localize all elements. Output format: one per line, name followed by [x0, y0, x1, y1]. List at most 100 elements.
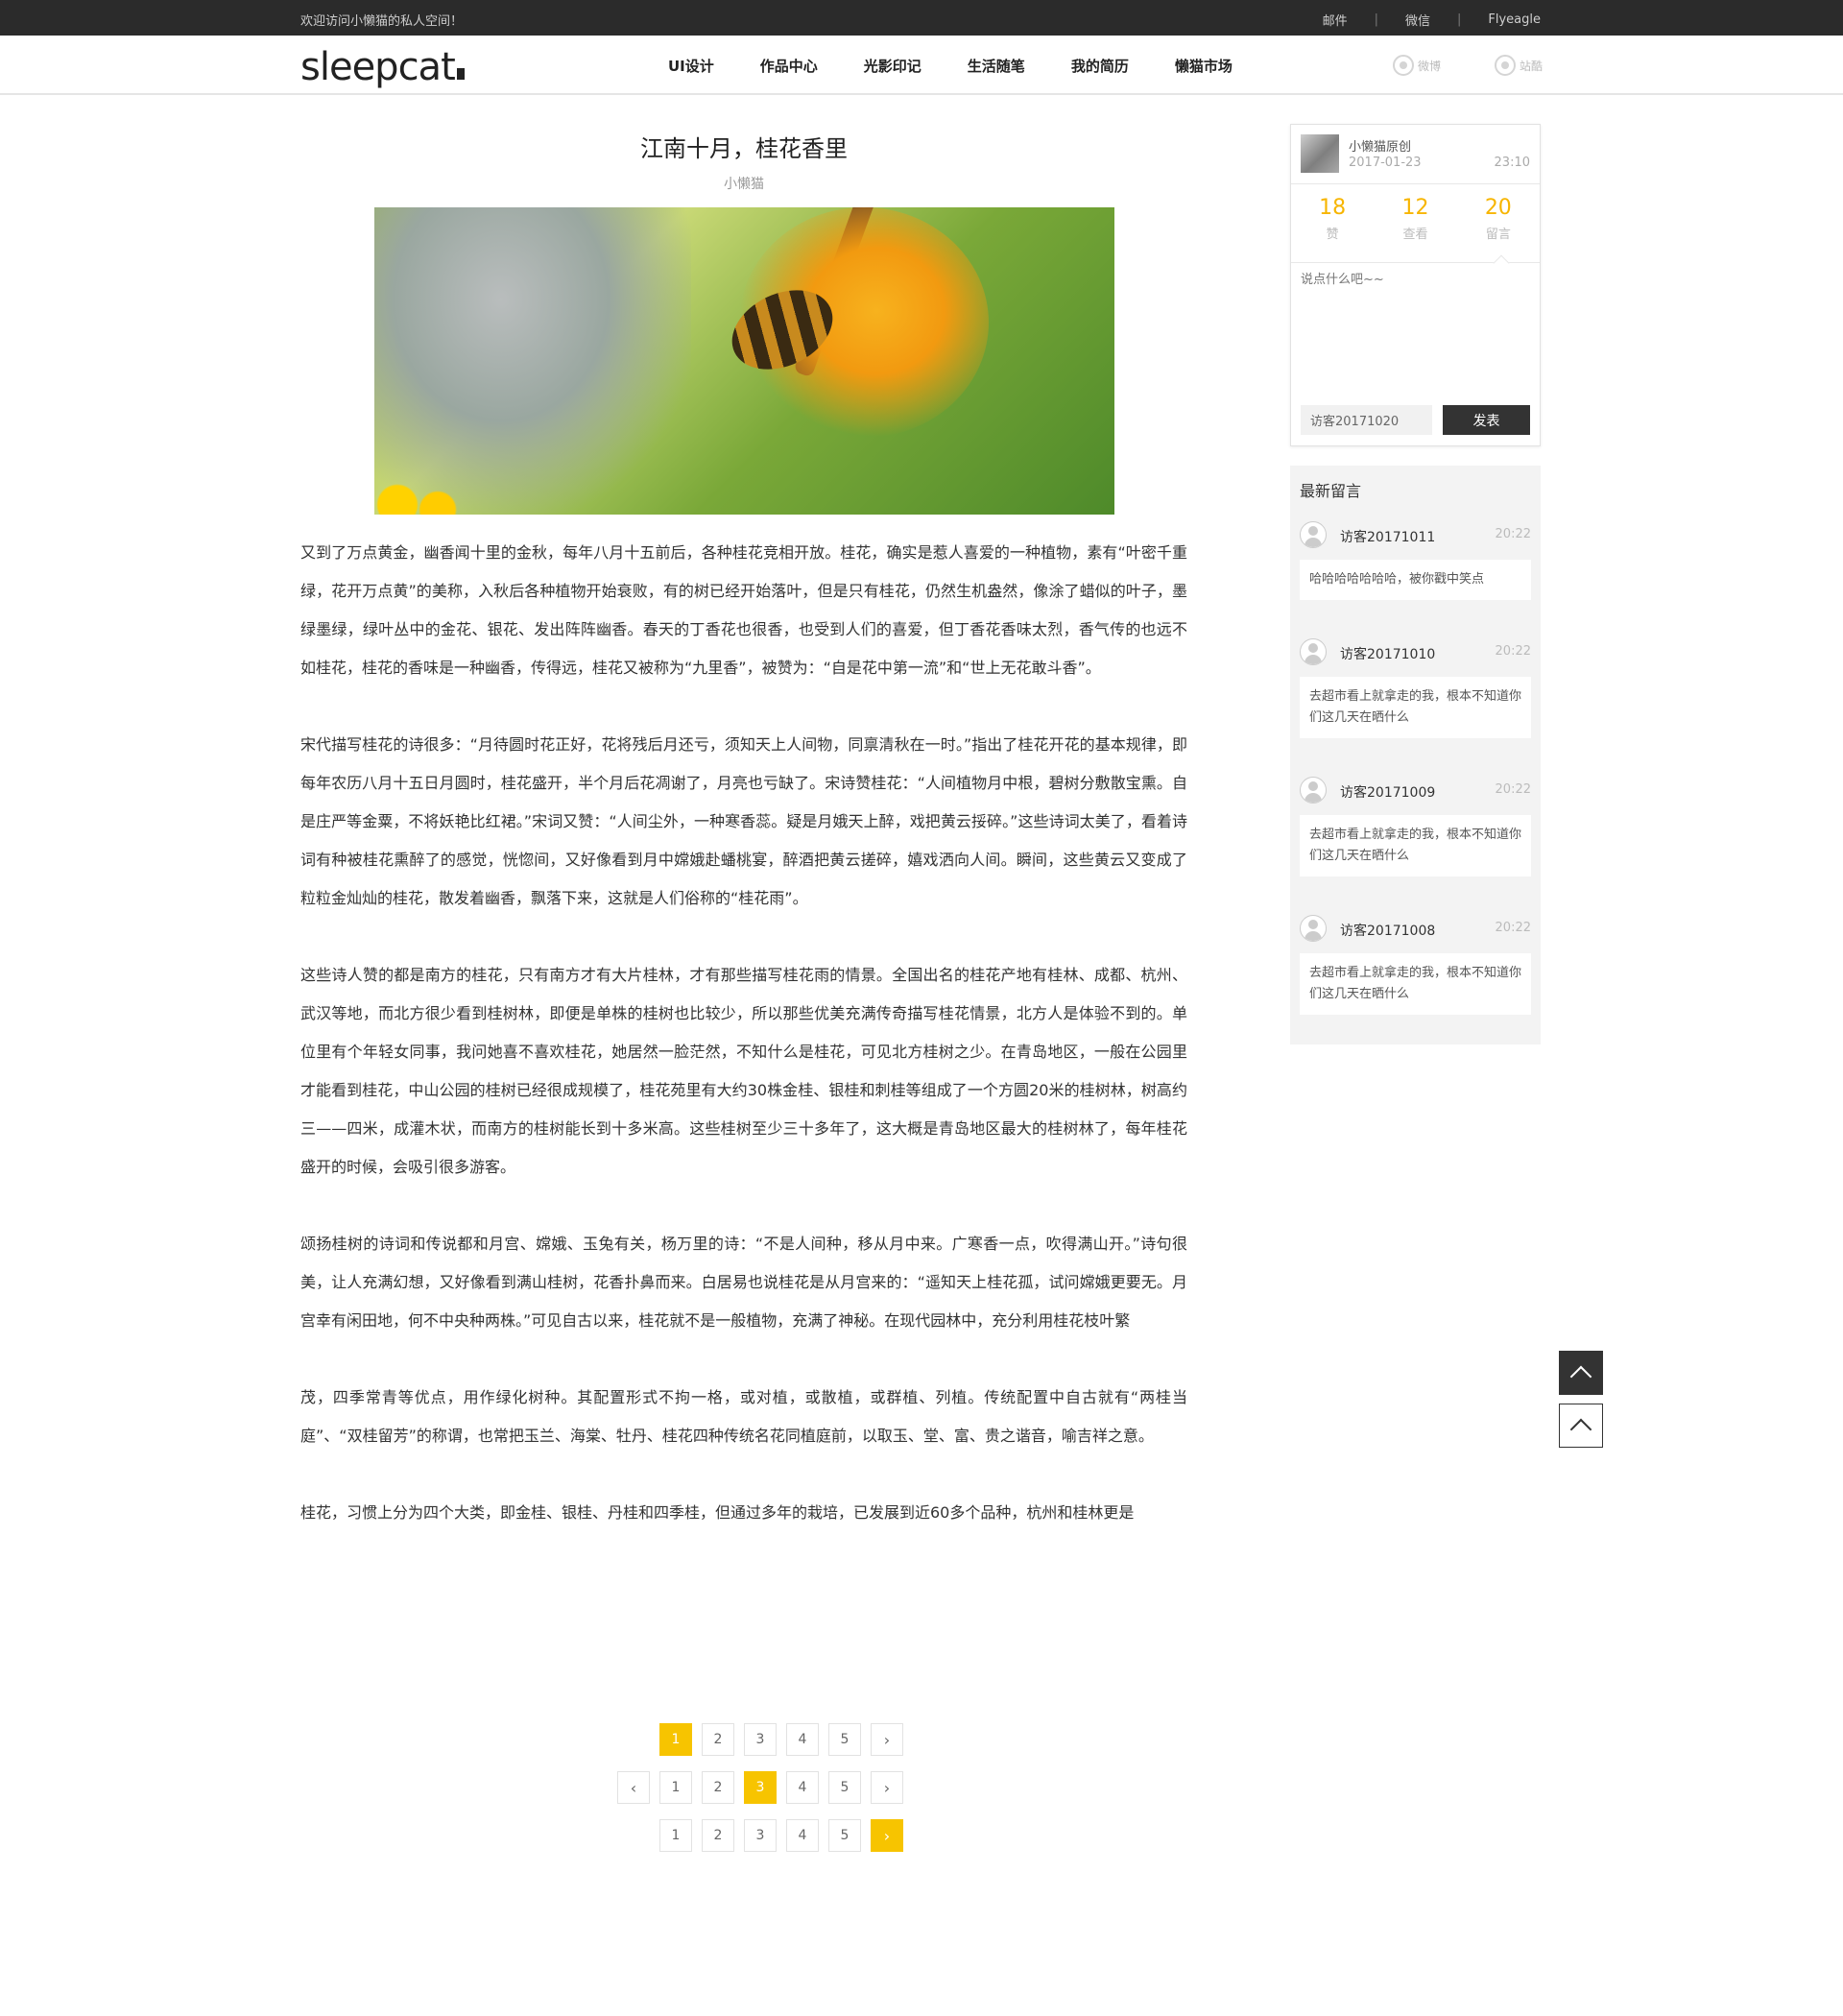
article-paragraph: 这些诗人赞的都是南方的桂花，只有南方才有大片桂林，才有那些描写桂花雨的情景。全国…	[300, 966, 1187, 1176]
message-time: 20:22	[1495, 921, 1531, 935]
weibo-icon	[1392, 55, 1414, 76]
nav-item-photography[interactable]: 光影印记	[864, 56, 922, 76]
stat-views[interactable]: 12 查看	[1374, 184, 1456, 262]
message-author[interactable]: 访客20171009	[1340, 782, 1435, 802]
osmanthus-bee-photo	[373, 207, 1114, 515]
next-page-button[interactable]: ›	[871, 1723, 903, 1756]
top-link-flyeagle[interactable]: Flyeagle	[1488, 12, 1541, 27]
zcool-label: 站酷	[1519, 59, 1543, 73]
zcool-link[interactable]: 站酷	[1494, 55, 1543, 76]
chevron-right-icon: ›	[883, 1730, 891, 1749]
chevron-right-icon: ›	[883, 1778, 891, 1797]
page-button-5[interactable]: 5	[828, 1723, 861, 1756]
divider: |	[1374, 12, 1378, 27]
nav-item-market[interactable]: 懒猫市场	[1175, 56, 1233, 76]
next-page-button[interactable]: ›	[871, 1819, 903, 1852]
stat-label: 留言	[1485, 228, 1511, 242]
avatar[interactable]	[1301, 134, 1339, 173]
page-button-2[interactable]: 2	[702, 1723, 734, 1756]
stat-label: 查看	[1402, 228, 1428, 242]
main-nav: UI设计 作品中心 光影印记 生活随笔 我的简历 懒猫市场	[645, 36, 1256, 95]
article-title: 江南十月，桂花香里	[640, 135, 848, 162]
header: sleepcat UI设计 作品中心 光影印记 生活随笔 我的简历 懒猫市场 微…	[0, 36, 1843, 95]
page-button-3[interactable]: 3	[744, 1771, 777, 1804]
page-button-5[interactable]: 5	[828, 1771, 861, 1804]
message-time: 20:22	[1495, 782, 1531, 797]
stats-row: 18 赞 12 查看 20 留言	[1291, 184, 1540, 263]
nav-item-ui-design[interactable]: UI设计	[668, 56, 714, 76]
message-text: 去超市看上就拿走的我，根本不知道你们这几天在晒什么	[1300, 815, 1531, 876]
submit-comment-button[interactable]: 发表	[1443, 405, 1530, 435]
next-page-button[interactable]: ›	[871, 1771, 903, 1804]
page-button-2[interactable]: 2	[702, 1819, 734, 1852]
pagination-last: 1 2 3 4 5 ›	[659, 1819, 913, 1852]
user-avatar-icon	[1300, 777, 1327, 804]
page-button-4[interactable]: 4	[786, 1819, 819, 1852]
nav-item-life-notes[interactable]: 生活随笔	[968, 56, 1025, 76]
message-time: 20:22	[1495, 644, 1531, 659]
pagination-middle: ‹ 1 2 3 4 5 ›	[617, 1771, 913, 1804]
visitor-name-input[interactable]	[1301, 405, 1432, 435]
page-button-4[interactable]: 4	[786, 1723, 819, 1756]
page-button-4[interactable]: 4	[786, 1771, 819, 1804]
welcome-text: 欢迎访问小懒猫的私人空间！	[300, 14, 464, 29]
chevron-up-icon	[1569, 1365, 1592, 1388]
page-button-3[interactable]: 3	[744, 1723, 777, 1756]
chevron-up-icon	[1569, 1418, 1592, 1441]
logo[interactable]: sleepcat	[300, 45, 465, 89]
message-author[interactable]: 访客20171008	[1340, 921, 1435, 940]
article: 江南十月，桂花香里 小懒猫 又到了万点黄金，幽香闻十里的金秋，每年八月十五前后，…	[300, 95, 1187, 1571]
page-button-1[interactable]: 1	[659, 1723, 692, 1756]
user-avatar-icon	[1300, 915, 1327, 942]
message-author[interactable]: 访客20171011	[1340, 527, 1435, 546]
message-item: 访客20171009 20:22 去超市看上就拿走的我，根本不知道你们这几天在晒…	[1300, 777, 1531, 876]
nav-item-resume[interactable]: 我的简历	[1071, 56, 1129, 76]
message-header: 访客20171009 20:22	[1300, 777, 1531, 805]
prev-page-button[interactable]: ‹	[617, 1771, 650, 1804]
article-paragraph: 又到了万点黄金，幽香闻十里的金秋，每年八月十五前后，各种桂花竞相开放。桂花，确实…	[300, 543, 1187, 677]
article-author[interactable]: 小懒猫	[300, 174, 1187, 193]
stat-value: 20	[1484, 196, 1512, 220]
profile-date: 2017-01-23	[1349, 156, 1422, 170]
message-item: 访客20171011 20:22 哈哈哈哈哈哈哈，被你戳中笑点	[1300, 521, 1531, 600]
stat-value: 18	[1319, 196, 1347, 220]
user-avatar-icon	[1300, 638, 1327, 665]
logo-mark-icon	[456, 68, 465, 80]
divider: |	[1457, 12, 1462, 27]
weibo-link[interactable]: 微博	[1392, 55, 1441, 76]
back-to-top-button-light[interactable]	[1559, 1404, 1603, 1448]
foreground-flowers	[373, 467, 490, 515]
message-author[interactable]: 访客20171010	[1340, 644, 1435, 663]
top-links: 邮件 | 微信 | Flyeagle	[1323, 11, 1541, 29]
latest-messages-panel: 最新留言 访客20171011 20:22 哈哈哈哈哈哈哈，被你戳中笑点 访客2…	[1290, 466, 1541, 1044]
stat-comments[interactable]: 20 留言	[1457, 184, 1540, 262]
message-text: 去超市看上就拿走的我，根本不知道你们这几天在晒什么	[1300, 677, 1531, 738]
message-item: 访客20171010 20:22 去超市看上就拿走的我，根本不知道你们这几天在晒…	[1300, 638, 1531, 738]
page-button-3[interactable]: 3	[744, 1819, 777, 1852]
page-button-2[interactable]: 2	[702, 1771, 734, 1804]
chevron-right-icon: ›	[883, 1826, 891, 1845]
logo-text: sleepcat	[300, 45, 456, 89]
page-button-5[interactable]: 5	[828, 1819, 861, 1852]
nav-item-works[interactable]: 作品中心	[760, 56, 818, 76]
message-header: 访客20171011 20:22	[1300, 521, 1531, 550]
zcool-icon	[1494, 55, 1516, 76]
message-text: 哈哈哈哈哈哈哈，被你戳中笑点	[1300, 560, 1531, 600]
profile-time: 23:10	[1494, 156, 1530, 170]
stat-label: 赞	[1326, 228, 1339, 242]
article-paragraph: 桂花，习惯上分为四个大类，即金桂、银桂、丹桂和四季桂，但通过多年的栽培，已发展到…	[300, 1503, 1135, 1522]
top-bar: 欢迎访问小懒猫的私人空间！ 邮件 | 微信 | Flyeagle	[0, 0, 1843, 36]
back-to-top-button-dark[interactable]	[1559, 1351, 1603, 1395]
profile-name[interactable]: 小懒猫原创	[1349, 136, 1411, 155]
top-link-wechat[interactable]: 微信	[1405, 11, 1430, 29]
pagination-first: 1 2 3 4 5 ›	[659, 1723, 913, 1756]
stat-likes[interactable]: 18 赞	[1291, 184, 1374, 262]
message-time: 20:22	[1495, 527, 1531, 541]
top-link-mail[interactable]: 邮件	[1323, 11, 1348, 29]
article-paragraph: 茂，四季常青等优点，用作绿化树种。其配置形式不拘一格，或对植，或散植，或群植、列…	[300, 1388, 1187, 1445]
comment-textarea[interactable]	[1301, 269, 1529, 365]
article-paragraph: 宋代描写桂花的诗很多：“月待圆时花正好，花将残后月还亏，须知天上人间物，同禀清秋…	[300, 735, 1187, 907]
page-button-1[interactable]: 1	[659, 1771, 692, 1804]
page-button-1[interactable]: 1	[659, 1819, 692, 1852]
chevron-left-icon: ‹	[630, 1778, 637, 1797]
